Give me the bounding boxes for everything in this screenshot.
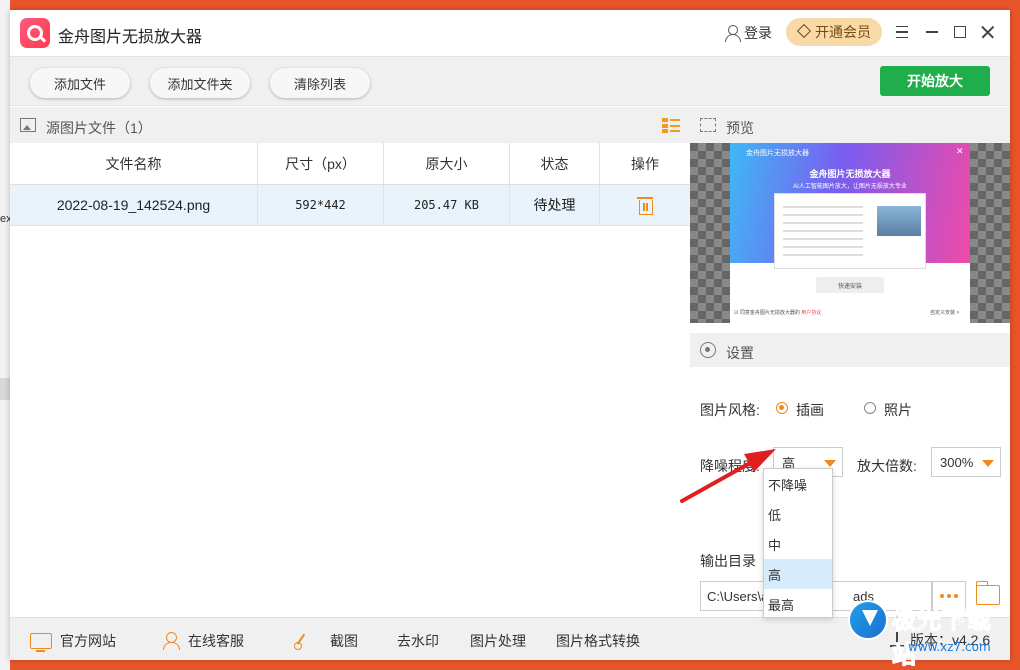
- screenshot-link[interactable]: 截图: [292, 631, 358, 651]
- desktop-background: ex: [0, 0, 12, 670]
- diamond-icon: [797, 26, 811, 38]
- output-label: 输出目录: [700, 553, 756, 569]
- title-bar: 金舟图片无损放大器 登录 开通会员: [10, 10, 1010, 56]
- dropdown-option-high[interactable]: 高: [764, 559, 832, 589]
- dropdown-option-low[interactable]: 低: [764, 499, 832, 529]
- scale-label: 放大倍数:: [857, 458, 917, 474]
- column-header-size: 尺寸（px）: [258, 143, 384, 185]
- source-files-title: 源图片文件（1）: [46, 120, 152, 136]
- style-label: 图片风格:: [700, 402, 760, 418]
- table-header: 文件名称 尺寸（px） 原大小 状态 操作: [10, 143, 690, 185]
- online-service-label: 在线客服: [188, 633, 244, 649]
- preview-app-title: 金舟图片无损放大器: [746, 150, 809, 157]
- settings-title: 设置: [726, 345, 754, 361]
- app-title: 金舟图片无损放大器: [58, 29, 203, 46]
- preview-area: 金舟图片无损放大器 ✕ 金舟图片无损放大器 AI人工智能图片放大，让图片无损放大…: [690, 143, 1010, 323]
- vip-label: 开通会员: [815, 24, 871, 40]
- folder-icon[interactable]: [975, 581, 1000, 605]
- preview-header: 预览: [690, 107, 1010, 143]
- menu-button[interactable]: [890, 20, 914, 44]
- table-row[interactable]: 2022-08-19_142524.png 592*442 205.47 KB …: [10, 185, 690, 226]
- preview-install-button: 快速安装: [816, 277, 884, 293]
- minimize-icon: [926, 31, 938, 33]
- screenshot-label: 截图: [330, 633, 358, 649]
- footer-bar: 官方网站 在线客服 截图 去水印 图片处理 图片格式转换 版本：v4.2.6: [10, 617, 1010, 660]
- close-icon: [981, 25, 994, 39]
- customer-service-icon: [162, 632, 180, 650]
- menu-icon: [896, 26, 908, 38]
- cell-size: 592*442: [258, 185, 384, 225]
- cell-status: 待处理: [510, 185, 600, 225]
- style-radio-illustration[interactable]: [776, 402, 788, 414]
- denoise-caret-icon: [824, 460, 836, 467]
- cell-file-name: 2022-08-19_142524.png: [10, 185, 258, 225]
- clear-list-button[interactable]: 清除列表: [270, 68, 370, 98]
- image-process-link[interactable]: 图片处理: [470, 631, 526, 651]
- preview-photo: [877, 206, 921, 236]
- preview-image: 金舟图片无损放大器 ✕ 金舟图片无损放大器 AI人工智能图片放大，让图片无损放大…: [730, 143, 970, 323]
- preview-screenshot: [774, 193, 926, 269]
- scale-select[interactable]: 300%: [931, 447, 1001, 477]
- style-option-photo[interactable]: 照片: [884, 400, 912, 420]
- add-file-button[interactable]: 添加文件: [30, 68, 130, 98]
- settings-icon: [700, 342, 716, 358]
- source-files-header: 源图片文件（1）: [10, 107, 690, 143]
- scale-caret-icon: [982, 460, 994, 467]
- dropdown-option-highest[interactable]: 最高: [764, 589, 832, 619]
- remove-watermark-link[interactable]: 去水印: [397, 631, 439, 651]
- style-radio-photo[interactable]: [864, 402, 876, 414]
- update-icon[interactable]: [890, 632, 904, 648]
- desktop-fragment-bar: [0, 378, 10, 400]
- preview-icon: [700, 118, 716, 132]
- version-info: 版本：v4.2.6: [890, 630, 990, 650]
- user-icon: [724, 25, 741, 42]
- minimize-button[interactable]: [920, 20, 944, 44]
- settings-header: 设置: [690, 333, 1010, 367]
- app-logo-icon: [20, 18, 50, 48]
- source-files-panel: 源图片文件（1） 文件名称 尺寸（px） 原大小 状态 操作 2022-08-1…: [10, 107, 690, 617]
- preview-title: 预览: [726, 120, 754, 136]
- preview-subheading: AI人工智能图片放大，让图片无损放大专业: [793, 184, 907, 190]
- close-button[interactable]: [976, 20, 1000, 44]
- preview-custom-install: 自定义安装 >: [930, 310, 960, 316]
- delete-icon[interactable]: [637, 195, 653, 215]
- preview-close-icon: ✕: [956, 146, 964, 156]
- list-view-icon[interactable]: [662, 118, 680, 133]
- preview-agree-text: ☑ 同意金舟图片无损放大器的 用户协议: [734, 310, 822, 316]
- right-panel: 预览 金舟图片无损放大器 ✕ 金舟图片无损放大器 AI人工智能图片放大，让图片无…: [690, 107, 1010, 617]
- scale-value: 300%: [940, 454, 974, 470]
- format-convert-link[interactable]: 图片格式转换: [556, 631, 640, 651]
- dropdown-option-medium[interactable]: 中: [764, 529, 832, 559]
- column-header-orig-size: 原大小: [384, 143, 510, 185]
- official-site-label: 官方网站: [60, 633, 116, 649]
- preview-heading: 金舟图片无损放大器: [809, 169, 891, 179]
- scissors-icon: [292, 632, 312, 650]
- login-button[interactable]: 登录: [724, 23, 772, 43]
- official-site-link[interactable]: 官方网站: [30, 631, 116, 652]
- login-label: 登录: [744, 25, 772, 41]
- app-window: 金舟图片无损放大器 登录 开通会员 添加文件 添加文件夹 清除列表 开始放大 源…: [10, 10, 1010, 660]
- dropdown-option-none[interactable]: 不降噪: [764, 469, 832, 499]
- add-folder-button[interactable]: 添加文件夹: [150, 68, 250, 98]
- vip-button[interactable]: 开通会员: [786, 18, 882, 46]
- maximize-icon: [954, 26, 966, 38]
- denoise-label: 降噪程度:: [700, 458, 760, 474]
- monitor-icon: [30, 633, 52, 652]
- style-option-illustration[interactable]: 插画: [796, 400, 824, 420]
- version-label: 版本：v4.2.6: [910, 632, 991, 648]
- start-enlarge-button[interactable]: 开始放大: [880, 66, 990, 96]
- column-header-name: 文件名称: [10, 143, 258, 185]
- denoise-dropdown: 不降噪 低 中 高 最高: [763, 468, 833, 618]
- output-path-tail: ads: [853, 588, 874, 604]
- browse-more-button[interactable]: [932, 581, 966, 611]
- cell-orig-size: 205.47 KB: [384, 185, 510, 225]
- online-service-link[interactable]: 在线客服: [162, 631, 244, 651]
- column-header-status: 状态: [510, 143, 600, 185]
- cell-action: [600, 185, 690, 225]
- column-header-action: 操作: [631, 156, 659, 172]
- toolbar: 添加文件 添加文件夹 清除列表 开始放大: [10, 56, 1010, 106]
- maximize-button[interactable]: [948, 20, 972, 44]
- image-icon: [20, 118, 36, 132]
